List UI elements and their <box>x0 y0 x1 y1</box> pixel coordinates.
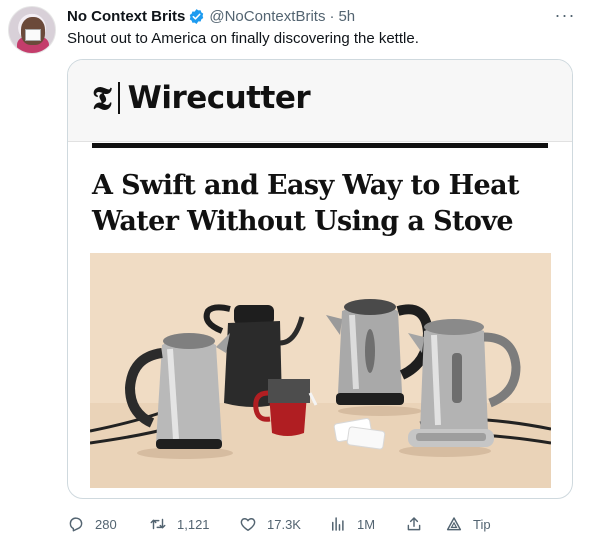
views-icon <box>332 517 344 531</box>
author-handle[interactable]: @NoContextBrits <box>209 8 325 25</box>
view-count: 1M <box>357 516 376 532</box>
retweet-icon <box>150 518 166 530</box>
separator-dot: · <box>329 7 335 25</box>
nyt-t-logo: 𝕿 <box>92 79 112 117</box>
logo-divider <box>117 82 120 114</box>
link-card[interactable]: 𝕿 Wirecutter A Swift and Easy Way to Hea… <box>67 59 573 499</box>
tweet-header: No Context Brits @NoContextBrits · 5h <box>67 7 355 25</box>
tip-icon <box>446 517 462 531</box>
retweet-button[interactable]: 1,121 <box>149 514 210 534</box>
share-icon <box>407 517 421 531</box>
tweet[interactable]: No Context Brits @NoContextBrits · 5h ··… <box>0 0 590 554</box>
reply-icon <box>69 517 83 532</box>
like-icon <box>240 518 256 531</box>
like-count: 17.3K <box>267 516 301 532</box>
avatar-sign <box>25 29 41 41</box>
card-headline: A Swift and Easy Way to Heat Water Witho… <box>92 170 520 237</box>
tip-label: Tip <box>473 516 491 532</box>
views-button[interactable]: 1M <box>329 514 375 534</box>
timestamp[interactable]: 5h <box>338 8 355 25</box>
headline-rule <box>92 143 548 148</box>
kettles-photo <box>90 253 551 488</box>
avatar[interactable] <box>8 6 56 54</box>
retweet-count: 1,121 <box>177 516 210 532</box>
reply-count: 280 <box>95 516 117 532</box>
author-name[interactable]: No Context Brits <box>67 8 185 25</box>
like-button[interactable]: 17.3K <box>239 514 301 534</box>
reply-button[interactable]: 280 <box>67 514 117 534</box>
tweet-text: Shout out to America on finally discover… <box>67 30 419 47</box>
share-button[interactable] <box>405 514 433 534</box>
tip-button[interactable]: Tip <box>445 514 491 534</box>
card-header: 𝕿 Wirecutter <box>68 60 572 142</box>
more-options-button[interactable]: ··· <box>554 5 576 25</box>
wirecutter-logo: 𝕿 Wirecutter <box>92 76 311 120</box>
logo-wordmark: Wirecutter <box>127 80 311 116</box>
verified-icon <box>188 8 205 25</box>
tweet-actions: 280 1,121 17.3K 1M Tip <box>67 514 497 534</box>
